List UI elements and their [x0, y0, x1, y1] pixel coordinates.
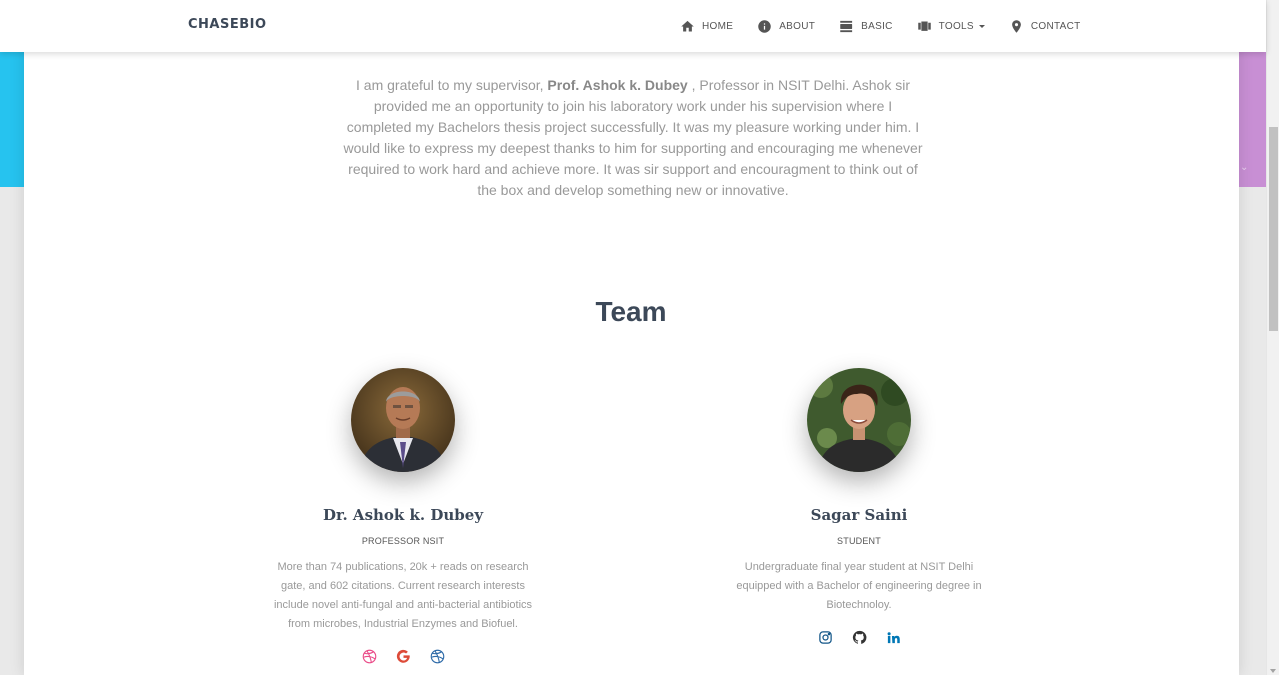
nav-item-about[interactable]: ABOUT — [757, 19, 815, 34]
page-scrollbar[interactable] — [1266, 0, 1279, 675]
nav-item-tools-dropdown[interactable]: TOOLS — [917, 19, 985, 34]
team-member-card: Dr. Ashok k. Dubey PROFESSOR NSIT More t… — [263, 368, 543, 666]
google-icon — [396, 649, 410, 663]
acknowledgement-text: I am grateful to my supervisor, Prof. As… — [340, 75, 926, 201]
nav-menu: HOME ABOUT BASIC TOOLS CONTACT — [680, 0, 1081, 52]
team-section-title: Team — [595, 296, 667, 327]
github-link[interactable] — [849, 627, 869, 647]
member-name: Sagar Saini — [810, 506, 908, 524]
avatar — [807, 368, 911, 472]
location-pin-icon — [1012, 19, 1021, 33]
google-link[interactable] — [393, 646, 413, 666]
nav-item-label: CONTACT — [1030, 20, 1081, 32]
view-day-icon — [840, 20, 853, 32]
scroll-down-arrow-icon[interactable] — [1270, 669, 1276, 673]
nav-item-label: BASIC — [861, 20, 893, 32]
scrollbar-thumb[interactable] — [1269, 127, 1278, 331]
member-photo-student — [807, 368, 911, 472]
home-icon — [681, 20, 694, 31]
member-photo-professor — [351, 368, 455, 472]
linkedin-link[interactable] — [883, 627, 903, 647]
caret-down-icon — [978, 24, 985, 28]
dribbble-link-2[interactable] — [427, 646, 447, 666]
team-member-card: Sagar Saini STUDENT Undergraduate final … — [719, 368, 999, 647]
view-carousel-icon — [917, 21, 931, 31]
supervisor-name: Prof. Ashok k. Dubey — [547, 77, 688, 93]
instagram-link[interactable] — [815, 627, 835, 647]
linkedin-icon — [887, 631, 900, 643]
chevron-down-icon: ⌄ — [1240, 162, 1249, 173]
member-description: More than 74 publications, 20k + reads o… — [273, 561, 533, 630]
nav-item-label: HOME — [702, 20, 734, 32]
dribbble-icon — [430, 649, 444, 663]
nav-item-home[interactable]: HOME — [680, 19, 733, 34]
dribbble-link[interactable] — [359, 646, 379, 666]
member-role: PROFESSOR NSIT — [361, 536, 445, 546]
brand-logo[interactable]: CHASEBIO — [188, 17, 267, 32]
intro-after: , Professor in NSIT Delhi. Ashok sir pro… — [343, 77, 923, 198]
nav-item-label: ABOUT — [779, 20, 816, 32]
avatar — [351, 368, 455, 472]
info-icon — [758, 19, 771, 33]
intro-before: I am grateful to my supervisor, — [356, 77, 548, 93]
member-role: STUDENT — [837, 536, 881, 546]
dribbble-icon — [362, 649, 376, 663]
social-links — [719, 627, 999, 647]
member-name: Dr. Ashok k. Dubey — [322, 506, 484, 524]
github-icon — [852, 630, 866, 644]
member-description: Undergraduate final year student at NSIT… — [736, 561, 982, 611]
nav-item-basic[interactable]: BASIC — [839, 19, 893, 34]
social-links — [263, 646, 543, 666]
navbar: CHASEBIO HOME ABOUT BASIC TOOLS CONTACT — [0, 0, 1266, 52]
instagram-icon — [818, 630, 832, 644]
nav-item-contact[interactable]: CONTACT — [1009, 19, 1081, 34]
nav-item-label: TOOLS — [938, 20, 974, 32]
